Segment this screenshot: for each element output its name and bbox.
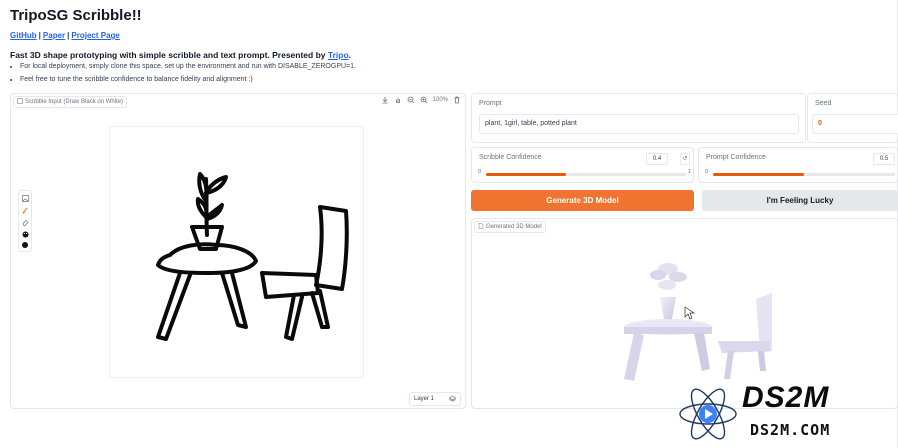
paper-link[interactable]: Paper xyxy=(43,31,65,40)
scribble-canvas[interactable] xyxy=(109,126,364,378)
chair-back xyxy=(314,205,349,291)
model-chair xyxy=(718,293,772,379)
brush-icon[interactable] xyxy=(21,206,29,214)
palette-icon[interactable] xyxy=(21,230,29,238)
seed-input[interactable]: 0 xyxy=(812,114,898,134)
scribble-panel: Scribble Input (Draw Black on White) 100… xyxy=(10,93,466,409)
prompt-confidence-fill xyxy=(713,173,804,176)
table-leg xyxy=(220,271,248,329)
notes-list: For local deployment, simply clone this … xyxy=(20,63,356,89)
page-title: TripoSG Scribble!! xyxy=(10,7,142,24)
scribble-confidence-label: Scribble Confidence xyxy=(479,154,542,161)
chair-leg xyxy=(284,293,304,341)
scribble-drawing xyxy=(156,172,349,341)
scribble-confidence-slider: Scribble Confidence 0.4 ↺ 0 1 xyxy=(471,147,694,183)
zoom-out-icon[interactable] xyxy=(407,96,415,104)
header-links: GitHub | Paper | Project Page xyxy=(10,31,120,40)
chair-leg xyxy=(310,289,330,329)
scribble-panel-label: Scribble Input (Draw Black on White) xyxy=(13,96,128,108)
prompt-confidence-number[interactable]: 0.5 xyxy=(873,153,895,165)
mouse-cursor-icon xyxy=(684,306,696,320)
plant-leaf xyxy=(204,175,228,195)
slider-min-label: 0 xyxy=(478,169,482,175)
watermark-url: DS2M.COM xyxy=(750,421,831,439)
prompt-confidence-slider: Prompt Confidence 0.5 0 xyxy=(698,147,898,183)
scribble-confidence-number[interactable]: 0.4 xyxy=(646,153,668,165)
image-tool-icon[interactable] xyxy=(21,194,29,202)
prompt-confidence-label: Prompt Confidence xyxy=(706,154,766,161)
plant-leaf xyxy=(205,203,224,221)
slider-max-label: 1 xyxy=(688,169,692,175)
scribble-label-text: Scribble Input (Draw Black on White) xyxy=(25,99,124,105)
note-item: For local deployment, simply clone this … xyxy=(20,63,356,70)
black-color-swatch[interactable] xyxy=(22,242,28,248)
eraser-icon[interactable] xyxy=(21,218,29,226)
subtitle: Fast 3D shape prototyping with simple sc… xyxy=(10,50,351,60)
chair-seat xyxy=(260,271,320,299)
watermark: DS2M DS2M.COM xyxy=(676,381,898,448)
subtitle-suffix: . xyxy=(348,50,352,60)
tripo-link[interactable]: Tripo xyxy=(328,50,349,60)
scribble-confidence-fill xyxy=(486,173,566,176)
reset-icon[interactable]: ↺ xyxy=(680,153,690,165)
note-item: Feel free to tune the scribble confidenc… xyxy=(20,76,356,83)
project-page-link[interactable]: Project Page xyxy=(71,31,119,40)
image-icon xyxy=(17,98,23,106)
layer-selector[interactable]: Layer 1 xyxy=(409,392,461,406)
pan-icon[interactable] xyxy=(394,96,402,104)
link-separator: | xyxy=(67,31,70,40)
watermark-brand: DS2M xyxy=(742,381,830,414)
prompt-label: Prompt xyxy=(479,100,502,107)
zoom-in-icon[interactable] xyxy=(420,96,428,104)
download-icon[interactable] xyxy=(381,96,389,104)
model-plant xyxy=(650,263,687,319)
watermark-logo-icon xyxy=(679,388,737,440)
trash-icon[interactable] xyxy=(453,96,461,104)
generate-3d-model-button[interactable]: Generate 3D Model xyxy=(471,190,694,211)
prompt-confidence-track[interactable] xyxy=(713,173,895,176)
scribble-confidence-track[interactable] xyxy=(486,173,686,176)
seed-block: Seed 0 xyxy=(807,93,898,143)
layer-name: Layer 1 xyxy=(414,396,435,402)
model-table xyxy=(624,319,712,381)
feeling-lucky-button[interactable]: I'm Feeling Lucky xyxy=(702,190,898,211)
prompt-input[interactable]: plant, 1girl, table, potted plant xyxy=(479,114,799,134)
slider-min-label: 0 xyxy=(705,169,709,175)
subtitle-text: Fast 3D shape prototyping with simple sc… xyxy=(10,50,328,60)
layers-icon xyxy=(448,395,457,404)
link-separator: | xyxy=(38,31,41,40)
seed-label: Seed xyxy=(815,100,832,107)
canvas-toolbar: 100% xyxy=(381,96,461,104)
side-toolbar xyxy=(18,190,32,252)
zoom-level: 100% xyxy=(432,97,448,103)
prompt-block: Prompt plant, 1girl, table, potted plant xyxy=(471,93,806,143)
github-link[interactable]: GitHub xyxy=(10,31,37,40)
table-leg xyxy=(156,271,192,341)
